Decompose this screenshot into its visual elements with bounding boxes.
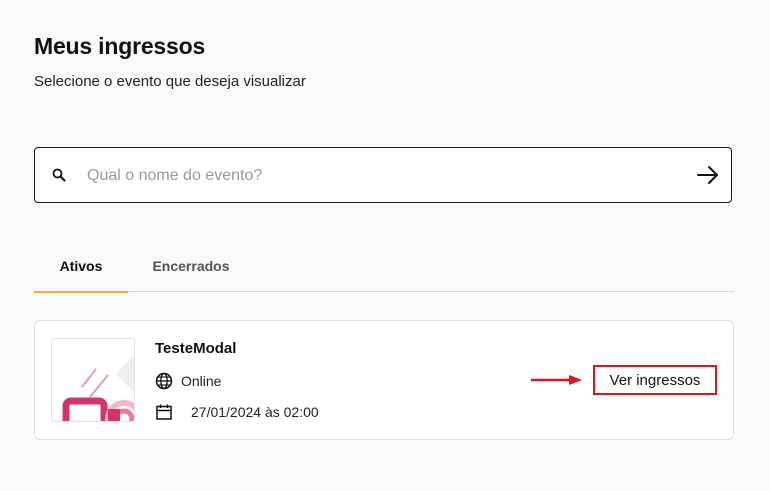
search-icon (52, 168, 66, 182)
globe-icon (155, 372, 173, 390)
page-title: Meus ingressos (34, 33, 206, 59)
search-bar (34, 147, 732, 203)
tab-encerrados[interactable]: Encerrados (128, 244, 254, 291)
view-tickets-button[interactable]: Ver ingressos (593, 365, 717, 395)
page-subtitle: Selecione o evento que deseja visualizar (34, 73, 306, 90)
arrow-right-icon (697, 166, 718, 184)
event-title: TesteModal (155, 340, 237, 357)
event-mode-label: Online (181, 373, 222, 389)
event-thumbnail (51, 338, 135, 422)
tabs: Ativos Encerrados (34, 244, 734, 293)
event-mode: Online (155, 372, 221, 390)
search-submit-button[interactable] (693, 160, 723, 190)
event-date: 27/01/2024 às 02:00 (155, 403, 319, 421)
tab-ativos[interactable]: Ativos (34, 244, 128, 293)
event-card: TesteModal Online 27/01/2024 às 02:00 Ve… (34, 320, 734, 440)
annotation-arrow-icon (531, 375, 582, 385)
calendar-icon (156, 404, 172, 420)
event-date-label: 27/01/2024 às 02:00 (191, 404, 319, 420)
search-input[interactable] (85, 158, 669, 194)
event-thumbnail-art (62, 352, 134, 421)
